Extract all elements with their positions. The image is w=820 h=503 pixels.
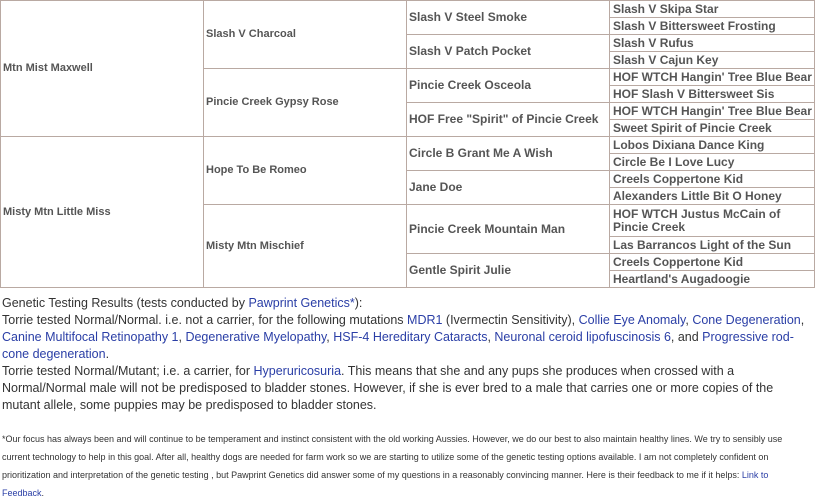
pedigree-gen4-6: HOF Slash V Bittersweet Sis: [609, 85, 815, 103]
pedigree-gen4-5: HOF WTCH Hangin' Tree Blue Bear: [609, 68, 815, 86]
pedigree-gen3-5: Circle B Grant Me A Wish: [406, 136, 610, 171]
pedigree-gen4-10: Circle Be I Love Lucy: [609, 153, 815, 171]
pedigree-gen2-4: Misty Mtn Mischief: [203, 204, 407, 288]
pedigree-gen4-8: Sweet Spirit of Pincie Creek: [609, 119, 815, 137]
pedigree-gen3-4: HOF Free "Spirit" of Pincie Creek: [406, 102, 610, 137]
ncl6-link[interactable]: Neuronal ceroid lipofuscinosis 6: [494, 330, 670, 344]
pedigree-gen3-1: Slash V Steel Smoke: [406, 0, 610, 35]
pedigree-gen4-1: Slash V Skipa Star: [609, 0, 815, 18]
p1-text-b: (Ivermectin Sensitivity),: [442, 313, 579, 327]
hsf4-cataracts-link[interactable]: HSF-4 Hereditary Cataracts: [333, 330, 487, 344]
pedigree-table: Mtn Mist Maxwell Slash V Charcoal Slash …: [0, 0, 815, 288]
pedigree-gen4-2: Slash V Bittersweet Frosting: [609, 17, 815, 35]
hyperuricosuria-link[interactable]: Hyperuricosuria: [253, 364, 341, 378]
pedigree-gen4-4: Slash V Cajun Key: [609, 51, 815, 69]
and-text: , and: [670, 330, 703, 344]
intro-text: Genetic Testing Results (tests conducted…: [2, 296, 249, 310]
p2-text-a: Torrie tested Normal/Mutant; i.e. a carr…: [2, 364, 254, 378]
pedigree-gen3-8: Gentle Spirit Julie: [406, 253, 610, 288]
genetic-testing-heading: Genetic Testing Results (tests conducted…: [2, 295, 812, 312]
pedigree-gen4-16: Heartland's Augadoogie: [609, 270, 815, 288]
canine-multifocal-retinopathy-link[interactable]: Canine Multifocal Retinopathy 1: [2, 330, 179, 344]
pedigree-gen4-11: Creels Coppertone Kid: [609, 170, 815, 188]
pedigree-gen4-3: Slash V Rufus: [609, 34, 815, 52]
pedigree-gen3-2: Slash V Patch Pocket: [406, 34, 610, 69]
pedigree-sire: Mtn Mist Maxwell: [0, 0, 204, 137]
pawprint-genetics-link[interactable]: Pawprint Genetics*: [248, 296, 354, 310]
pedigree-dam: Misty Mtn Little Miss: [0, 136, 204, 288]
degenerative-myelopathy-link[interactable]: Degenerative Myelopathy: [185, 330, 326, 344]
pedigree-gen4-13: HOF WTCH Justus McCain of Pincie Creek: [609, 204, 815, 237]
pedigree-gen2-2: Pincie Creek Gypsy Rose: [203, 68, 407, 137]
pedigree-gen4-12: Alexanders Little Bit O Honey: [609, 187, 815, 205]
pedigree-gen2-1: Slash V Charcoal: [203, 0, 407, 69]
mdr1-link[interactable]: MDR1: [407, 313, 442, 327]
pedigree-gen4-14: Las Barrancos Light of the Sun: [609, 236, 815, 254]
cone-degeneration-link[interactable]: Cone Degeneration: [692, 313, 800, 327]
pedigree-gen4-7: HOF WTCH Hangin' Tree Blue Bear: [609, 102, 815, 120]
footnote: *Our focus has always been and will cont…: [2, 430, 812, 502]
page: Mtn Mist Maxwell Slash V Charcoal Slash …: [0, 0, 820, 503]
pedigree-gen4-9: Lobos Dixiana Dance King: [609, 136, 815, 154]
p1-text-a: Torrie tested Normal/Normal. i.e. not a …: [2, 313, 408, 327]
intro-end: ):: [354, 296, 363, 310]
pedigree-gen2-3: Hope To Be Romeo: [203, 136, 407, 205]
pedigree-gen3-6: Jane Doe: [406, 170, 610, 205]
carrier-results-paragraph: Torrie tested Normal/Mutant; i.e. a carr…: [2, 363, 812, 414]
footnote-end: .: [41, 488, 45, 498]
pedigree-gen4-15: Creels Coppertone Kid: [609, 253, 815, 271]
footnote-text: *Our focus has always been and will cont…: [2, 434, 783, 480]
collie-eye-anomaly-link[interactable]: Collie Eye Anomaly: [579, 313, 686, 327]
normal-results-paragraph: Torrie tested Normal/Normal. i.e. not a …: [2, 313, 805, 361]
pedigree-gen3-3: Pincie Creek Osceola: [406, 68, 610, 103]
pedigree-gen3-7: Pincie Creek Mountain Man: [406, 204, 610, 254]
